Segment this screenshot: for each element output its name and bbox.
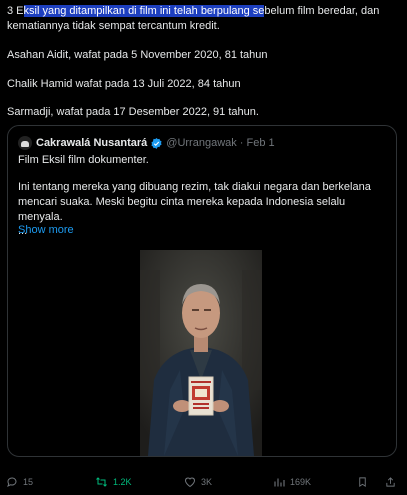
- show-more-link[interactable]: Show more: [18, 223, 74, 238]
- post-paragraph-3: Chalik Hamid wafat pada 13 Juli 2022, 84…: [7, 77, 241, 90]
- views-count: 169K: [290, 477, 312, 487]
- quoted-author-name[interactable]: Cakrawalá Nusantará: [36, 136, 147, 151]
- like-button[interactable]: 3K: [184, 476, 212, 488]
- action-bar: 15 1.2K 3K 169K: [0, 476, 407, 494]
- repost-button[interactable]: 1.2K: [95, 476, 132, 488]
- heart-icon: [184, 477, 196, 488]
- post-text-line2: kematiannya tidak sempat tercantum kredi…: [7, 19, 220, 32]
- post-paragraph-1: 3 Eksil yang ditampilkan di film ini tel…: [7, 4, 399, 34]
- reply-count: 15: [23, 477, 34, 487]
- share-button[interactable]: [385, 476, 396, 488]
- repost-icon: [96, 477, 107, 487]
- quoted-post-header: Cakrawalá Nusantará @Urrangawak · Feb 1: [18, 136, 275, 151]
- reply-button[interactable]: 15: [6, 476, 33, 488]
- post-text-start: 3 E: [7, 5, 24, 17]
- post-text: 3 Eksil yang ditampilkan di film ini tel…: [7, 4, 399, 134]
- views-icon: [274, 478, 285, 487]
- views-button[interactable]: 169K: [273, 476, 311, 488]
- quoted-post-image[interactable]: [140, 250, 262, 456]
- quoted-author-handle-date[interactable]: @Urrangawak · Feb 1: [166, 136, 274, 151]
- portrait-image: [140, 250, 262, 456]
- post-paragraph-2: Asahan Aidit, wafat pada 5 November 2020…: [7, 48, 268, 61]
- post-paragraph-4: Sarmadji, wafat pada 17 Desember 2022, 9…: [7, 106, 259, 119]
- repost-count: 1.2K: [113, 477, 132, 487]
- share-icon: [386, 477, 395, 487]
- like-count: 3K: [201, 477, 213, 487]
- quoted-line-2: Ini tentang mereka yang dibuang rezim, t…: [18, 180, 371, 223]
- quoted-post[interactable]: Cakrawalá Nusantará @Urrangawak · Feb 1 …: [7, 125, 397, 457]
- bookmark-button[interactable]: [357, 476, 368, 488]
- selected-text[interactable]: ksil yang ditampilkan di film ini telah …: [23, 5, 265, 17]
- reply-icon: [7, 477, 17, 488]
- quoted-line-1: Film Eksil film dokumenter.: [18, 154, 149, 166]
- bookmark-icon: [359, 477, 366, 487]
- verified-badge-icon: [151, 137, 162, 149]
- avatar[interactable]: [18, 136, 32, 151]
- post-text-rest: belum film beredar, dan: [264, 5, 380, 17]
